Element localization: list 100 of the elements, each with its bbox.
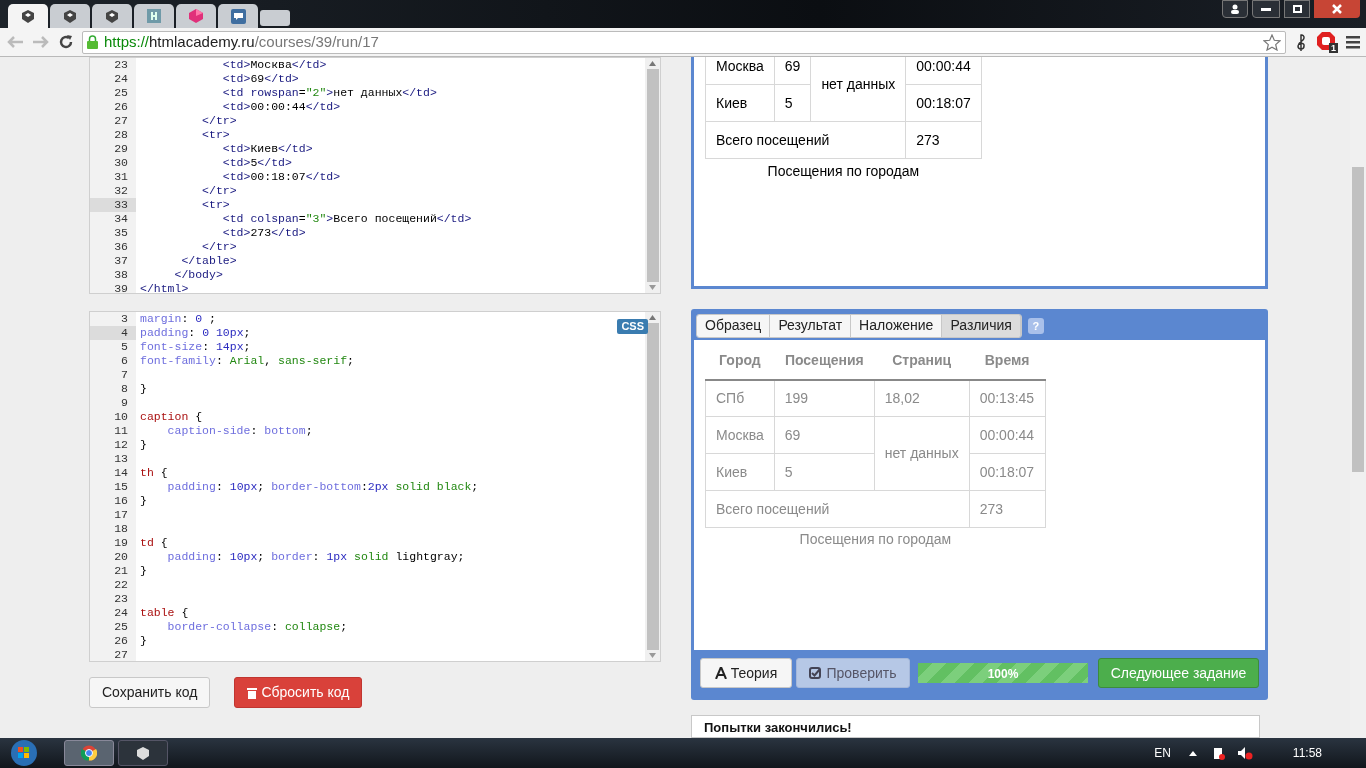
star-icon[interactable] (1263, 33, 1281, 51)
code-line: </body> (173, 268, 223, 282)
scroll-down-icon[interactable] (649, 653, 656, 658)
adblock-button[interactable]: 1 (1316, 31, 1338, 53)
browser-tab[interactable] (8, 4, 48, 28)
view-tab[interactable]: Образец (697, 314, 771, 337)
taskbar-button[interactable] (118, 740, 168, 766)
line-number: 27 (90, 114, 136, 128)
code-line: border-collapse: collapse; (166, 620, 348, 634)
table-cell: 18,02 (874, 379, 970, 417)
code-line: <td colspan="3">Всего посещений</td> (221, 212, 472, 226)
code-line: </tr> (201, 184, 237, 198)
line-number: 28 (90, 128, 136, 142)
url-text: https://htmlacademy.ru/courses/39/run/17 (104, 31, 379, 52)
language-badge: CSS (617, 319, 648, 334)
column-header: Посещения (774, 342, 875, 380)
table-cell: Всего посещений (705, 121, 906, 159)
code-line: <tr> (201, 128, 230, 142)
letter-a-icon (714, 667, 727, 679)
card-title: Попытки закончились! (704, 718, 853, 737)
browser-tab[interactable] (218, 4, 258, 28)
code-line: <td>Киев</td> (221, 142, 313, 156)
reload-icon[interactable] (58, 34, 74, 50)
table-cell: Киев (705, 84, 775, 122)
table-cell: 273 (905, 121, 982, 159)
speaker-muted-icon[interactable] (1236, 746, 1253, 760)
address-field[interactable]: https://htmlacademy.ru/courses/39/run/17 (82, 30, 1286, 54)
line-number: 32 (90, 184, 136, 198)
code-line: <td>00:18:07</td> (221, 170, 341, 184)
line-number: 25 (90, 86, 136, 100)
menu-icon[interactable] (1346, 35, 1360, 49)
code-line: <td>Москва</td> (221, 58, 327, 72)
scroll-thumb[interactable] (646, 323, 659, 650)
profile-button[interactable] (1222, 0, 1248, 18)
code-line: table { (139, 606, 189, 620)
line-number: 15 (90, 480, 136, 494)
language-indicator[interactable]: EN (1154, 744, 1171, 762)
restore-button[interactable] (1284, 0, 1310, 18)
line-number: 23 (90, 58, 136, 72)
code-editor[interactable] (89, 57, 661, 294)
shield-icon (105, 8, 119, 24)
code-line: </table> (180, 254, 237, 268)
reset-button[interactable]: Сбросить код (234, 677, 363, 708)
minimize-button[interactable] (1252, 0, 1280, 18)
line-number: 7 (90, 368, 136, 382)
code-line: font-size: 14px; (139, 340, 251, 354)
clock[interactable]: 11:58 (1292, 744, 1322, 762)
view-tab[interactable]: Результат (770, 314, 852, 337)
scroll-thumb[interactable] (646, 69, 659, 282)
table-cell: 00:18:07 (969, 453, 1046, 491)
shield-icon (136, 745, 150, 761)
line-number: 4 (90, 326, 136, 340)
code-line: padding: 0 10px; (139, 326, 251, 340)
code-line: } (139, 438, 147, 452)
table-cell: нет данных (874, 416, 970, 491)
table-cell: 69 (774, 416, 875, 454)
shield-icon (63, 8, 77, 24)
table-cell: 199 (774, 379, 875, 417)
theory-button[interactable]: Теория (700, 658, 792, 688)
code-line: padding: 10px; border: 1px solid lightgray; (166, 550, 465, 564)
code-line: caption-side: bottom; (166, 424, 313, 438)
column-header: Город (705, 342, 775, 380)
line-number: 5 (90, 340, 136, 354)
view-tab[interactable]: Наложение (851, 314, 943, 337)
code-line: <td>69</td> (221, 72, 299, 86)
line-number: 27 (90, 648, 136, 661)
save-button[interactable]: Сохранить код (89, 677, 211, 708)
shield-icon (21, 8, 35, 24)
line-number: 29 (90, 142, 136, 156)
line-number: 26 (90, 100, 136, 114)
table-cell: нет данных (810, 57, 906, 122)
scroll-up-icon[interactable] (649, 61, 656, 66)
line-number: 9 (90, 396, 136, 410)
line-number: 18 (90, 522, 136, 536)
code-line: th { (139, 466, 168, 480)
line-number: 33 (90, 198, 136, 212)
table-cell: 273 (969, 490, 1046, 528)
music-note-icon[interactable] (1294, 32, 1308, 52)
close-icon (1332, 4, 1342, 14)
lock-icon (87, 35, 98, 49)
scroll-up-icon[interactable] (649, 315, 656, 320)
code-line: } (139, 382, 147, 396)
view-tab[interactable]: Различия (942, 314, 1021, 337)
gem-icon (188, 8, 204, 24)
browser-tab[interactable] (50, 4, 90, 28)
taskbar-button[interactable] (64, 740, 114, 766)
line-number: 24 (90, 72, 136, 86)
person-icon (1230, 4, 1240, 14)
line-number: 3 (90, 312, 136, 326)
column-header: Время (969, 342, 1046, 380)
code-line: <tr> (201, 198, 230, 212)
table-caption: Посещения по городам (767, 162, 920, 181)
tray-arrow-icon[interactable] (1188, 750, 1197, 756)
browser-tab[interactable] (92, 4, 132, 28)
code-line: <td rowspan="2">нет данных</td> (221, 86, 437, 100)
scroll-thumb[interactable] (1352, 167, 1364, 472)
code-line: caption { (139, 410, 203, 424)
scroll-down-icon[interactable] (649, 285, 656, 290)
line-number: 34 (90, 212, 136, 226)
close-button[interactable] (1314, 0, 1360, 18)
